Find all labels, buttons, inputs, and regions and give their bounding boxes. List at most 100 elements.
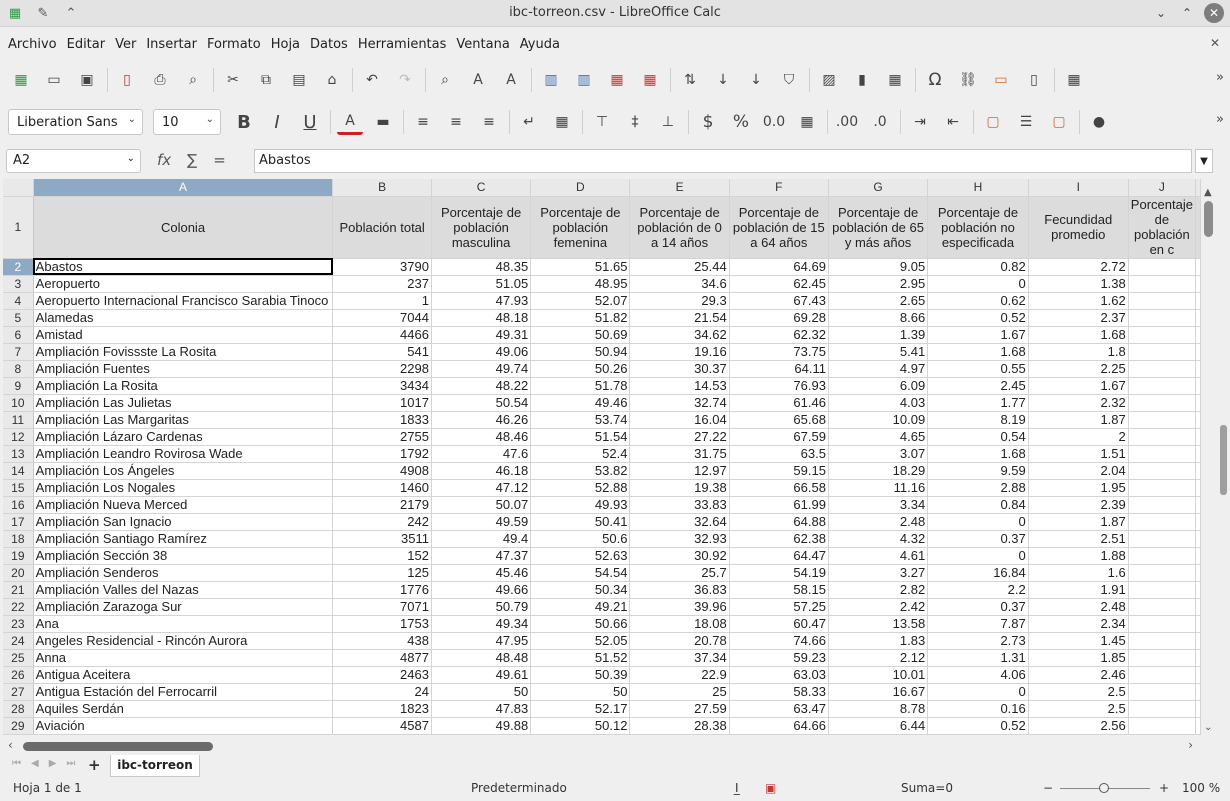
text-cell[interactable]: Ampliación Leandro Rovirosa Wade xyxy=(33,445,334,463)
number-cell[interactable]: 51.82 xyxy=(530,309,631,327)
border-style-icon[interactable]: ☰ xyxy=(1013,109,1039,135)
select-all-corner[interactable] xyxy=(3,179,34,197)
row-header[interactable]: 26 xyxy=(3,666,34,684)
header-cell[interactable]: Porcentaje de población de 65 y más años xyxy=(828,196,929,259)
menu-herramientas[interactable]: Herramientas xyxy=(358,37,447,52)
number-cell[interactable]: 0.37 xyxy=(927,530,1029,548)
number-cell[interactable]: 32.93 xyxy=(629,530,730,548)
merge-cells-icon[interactable]: ▦ xyxy=(549,109,575,135)
align-bottom-icon[interactable]: ⊥ xyxy=(655,109,681,135)
number-cell[interactable]: 59.15 xyxy=(729,462,829,480)
number-cell[interactable]: 1017 xyxy=(332,394,432,412)
text-cell[interactable]: Ampliación Valles del Nazas xyxy=(33,581,334,599)
number-cell[interactable] xyxy=(1128,581,1197,599)
number-cell[interactable]: 2.37 xyxy=(1028,309,1129,327)
number-cell[interactable]: 1.38 xyxy=(1028,275,1129,293)
empty-cell[interactable] xyxy=(1195,258,1201,276)
number-cell[interactable]: 1.87 xyxy=(1028,411,1129,429)
number-cell[interactable]: 3.07 xyxy=(828,445,929,463)
prev-sheet-icon[interactable]: ◀ xyxy=(31,758,39,769)
font-size-select[interactable]: 10 ⌄ xyxy=(153,109,221,135)
number-cell[interactable]: 1823 xyxy=(332,700,432,718)
align-top-icon[interactable]: ⊤ xyxy=(589,109,615,135)
row-header[interactable]: 13 xyxy=(3,445,34,463)
text-cell[interactable]: Ampliación Nueva Merced xyxy=(33,496,334,514)
special-character-icon[interactable]: Ω xyxy=(922,67,948,93)
number-cell[interactable]: 39.96 xyxy=(629,598,730,616)
row-header[interactable]: 24 xyxy=(3,632,34,650)
number-cell[interactable]: 65.68 xyxy=(729,411,829,429)
empty-cell[interactable] xyxy=(1195,343,1201,361)
spelling-icon[interactable]: A xyxy=(465,67,491,93)
number-cell[interactable]: 9.59 xyxy=(927,462,1029,480)
number-cell[interactable]: 2179 xyxy=(332,496,432,514)
number-cell[interactable] xyxy=(1128,394,1197,412)
number-cell[interactable]: 53.74 xyxy=(530,411,631,429)
number-cell[interactable]: 52.4 xyxy=(530,445,631,463)
number-cell[interactable]: 52.05 xyxy=(530,632,631,650)
text-cell[interactable]: Abastos xyxy=(33,258,334,276)
number-cell[interactable]: 9.05 xyxy=(828,258,929,276)
number-cell[interactable]: 18.29 xyxy=(828,462,929,480)
text-cell[interactable]: Ampliación San Ignacio xyxy=(33,513,334,531)
minimize-icon[interactable]: ⌄ xyxy=(1152,3,1170,23)
number-cell[interactable]: 37.34 xyxy=(629,649,730,667)
zoom-in-icon[interactable]: + xyxy=(1159,781,1169,795)
date-format-icon[interactable]: ▦ xyxy=(794,109,820,135)
row-header[interactable]: 21 xyxy=(3,581,34,599)
number-cell[interactable] xyxy=(1128,717,1197,735)
bold-icon[interactable]: B xyxy=(231,109,257,135)
horizontal-scroll-thumb[interactable] xyxy=(23,742,213,751)
remove-decimal-icon[interactable]: .0 xyxy=(867,109,893,135)
header-cell[interactable]: Población total xyxy=(332,196,432,259)
number-cell[interactable]: 1.68 xyxy=(927,445,1029,463)
number-cell[interactable]: 13.58 xyxy=(828,615,929,633)
text-cell[interactable]: Ampliación Fuentes xyxy=(33,360,334,378)
function-wizard-icon[interactable]: fx xyxy=(157,151,171,169)
number-cell[interactable]: 1.91 xyxy=(1028,581,1129,599)
number-cell[interactable]: 2.04 xyxy=(1028,462,1129,480)
zoom-slider-knob[interactable] xyxy=(1099,783,1109,793)
number-cell[interactable] xyxy=(1128,615,1197,633)
number-cell[interactable]: 8.78 xyxy=(828,700,929,718)
number-cell[interactable]: 1460 xyxy=(332,479,432,497)
cut-icon[interactable]: ✂ xyxy=(220,67,246,93)
empty-cell[interactable] xyxy=(1195,564,1201,582)
number-cell[interactable]: 10.01 xyxy=(828,666,929,684)
row-header[interactable]: 3 xyxy=(3,275,34,293)
scroll-down-icon[interactable]: ⌄ xyxy=(1204,722,1212,733)
number-cell[interactable]: 0 xyxy=(927,275,1029,293)
number-cell[interactable]: 0.54 xyxy=(927,428,1029,446)
align-left-icon[interactable]: ≡ xyxy=(410,109,436,135)
number-cell[interactable]: 2.51 xyxy=(1028,530,1129,548)
insert-chart-icon[interactable]: ▮ xyxy=(849,67,875,93)
menu-datos[interactable]: Datos xyxy=(310,37,348,52)
number-cell[interactable]: 4.61 xyxy=(828,547,929,565)
number-cell[interactable]: 10.09 xyxy=(828,411,929,429)
selection-mode-icon[interactable]: I̲ xyxy=(735,781,739,795)
text-cell[interactable]: Angeles Residencial - Rincón Aurora xyxy=(33,632,334,650)
number-cell[interactable]: 64.66 xyxy=(729,717,829,735)
column-icon[interactable]: ▥ xyxy=(571,67,597,93)
number-cell[interactable]: 24 xyxy=(332,683,432,701)
paste-icon[interactable]: ▤ xyxy=(286,67,312,93)
number-cell[interactable]: 47.37 xyxy=(431,547,532,565)
number-cell[interactable]: 27.59 xyxy=(629,700,730,718)
number-cell[interactable]: 49.93 xyxy=(530,496,631,514)
new-spreadsheet-icon[interactable]: ▦ xyxy=(8,67,34,93)
sort-descending-icon[interactable]: ↓ xyxy=(743,67,769,93)
redo-icon[interactable]: ↷ xyxy=(392,67,418,93)
sort-ascending-icon[interactable]: ↓ xyxy=(710,67,736,93)
number-cell[interactable]: 63.47 xyxy=(729,700,829,718)
number-cell[interactable]: 50.39 xyxy=(530,666,631,684)
empty-cell[interactable] xyxy=(1195,462,1201,480)
number-cell[interactable]: 4877 xyxy=(332,649,432,667)
number-cell[interactable]: 47.93 xyxy=(431,292,532,310)
row-header[interactable]: 19 xyxy=(3,547,34,565)
number-cell[interactable] xyxy=(1128,428,1197,446)
empty-cell[interactable] xyxy=(1195,717,1201,735)
number-cell[interactable]: 52.88 xyxy=(530,479,631,497)
empty-cell[interactable] xyxy=(1195,513,1201,531)
number-cell[interactable]: 2.25 xyxy=(1028,360,1129,378)
text-cell[interactable]: Ampliación Los Ángeles xyxy=(33,462,334,480)
